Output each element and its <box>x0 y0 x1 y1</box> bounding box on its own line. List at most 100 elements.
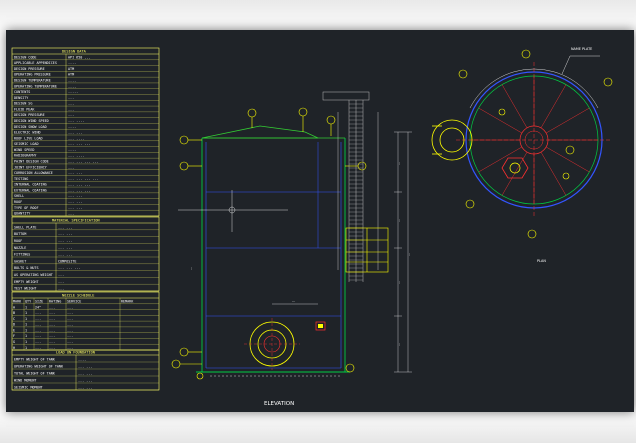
table-cell-value: ... ... ... <box>68 142 90 146</box>
table-cell-label: NOZZLE <box>14 246 26 250</box>
table-cell: 24" <box>35 305 41 309</box>
name-plate-label: NAME PLATE <box>571 47 592 51</box>
table-cell-label: DENSITY <box>14 96 28 100</box>
table-cell: ... <box>67 317 73 321</box>
table-cell-label: QUANTITY <box>14 212 30 216</box>
plan-view-label: PLAN <box>537 259 546 263</box>
table-cell: ... <box>35 346 41 350</box>
table-cell-value: ... ... <box>78 379 92 383</box>
table-cell-label: EMPTY WEIGHT <box>14 280 39 284</box>
table-cell-label: RADIOGRAPHY <box>14 154 36 158</box>
table-cell: ... <box>35 340 41 344</box>
table-cell: 1 <box>25 323 27 327</box>
table-cell-value: ATM <box>68 67 74 71</box>
elevation-view-label: ELEVATION <box>264 401 294 407</box>
table-cell-label: DESIGN PRESSURE <box>14 67 45 71</box>
table-cell: ... <box>67 328 73 332</box>
table-cell-value: .... <box>68 79 76 83</box>
table-cell: 1 <box>25 340 27 344</box>
table-cell: ... <box>67 323 73 327</box>
table-cell-value: ..... <box>68 90 78 94</box>
table-cell: ... <box>67 311 73 315</box>
svg-text:...: ... <box>292 299 295 303</box>
roof-rafter-line <box>501 84 528 128</box>
table-cell-label: ROOF <box>14 200 22 204</box>
roof-rafter-line <box>546 146 590 173</box>
table-cell-value: ... ... <box>58 239 72 243</box>
roof-rafter-line <box>478 146 522 173</box>
table-cell: ... <box>67 334 73 338</box>
table-cell: A <box>13 305 15 309</box>
table-cell-label: DESIGN SG <box>14 102 32 106</box>
table-cell: ... <box>35 317 41 321</box>
table-cell: 1 <box>25 311 27 315</box>
table-cell-value: ... .... <box>68 154 84 158</box>
table-cell-label: FITTINGS <box>14 253 30 257</box>
table-cell-value: ... ... <box>78 365 92 369</box>
table-cell: ... <box>49 317 55 321</box>
table-cell-label: JOINT EFFICIENCY <box>14 165 47 169</box>
table-cell: G <box>13 340 15 344</box>
table-cell-label: EMPTY WEIGHT OF TANK <box>14 358 56 362</box>
table-cell-value: ... <box>68 96 74 100</box>
table-cell-value: ... .... <box>68 119 84 123</box>
table-cell-label: EXTERNAL COATING <box>14 188 47 192</box>
table-cell-value: .... <box>68 61 76 65</box>
plan-view: NAME PLATE PLAN <box>431 47 613 263</box>
table-cell-label: ROOF <box>14 239 22 243</box>
table-cell-label: DESIGN WIND SPEED <box>14 119 49 123</box>
table-cell: C <box>13 317 15 321</box>
table-cell-value: ... ... <box>68 194 82 198</box>
roof-rafter-line <box>540 84 567 128</box>
table-cell-value: .... <box>68 148 76 152</box>
table-cell: 1 <box>25 328 27 332</box>
table-cell: ... <box>35 323 41 327</box>
svg-text:...: ... <box>397 281 401 284</box>
table-cell-value: API 650 ... <box>68 55 90 59</box>
svg-text:...: ... <box>397 343 401 346</box>
table-cell-value: ... .... <box>68 136 84 140</box>
elevation-view: ... ... ... ... ... ... ... ELEVATION <box>171 91 412 407</box>
table-cell: E <box>13 328 15 332</box>
table-cell: ... <box>49 346 55 350</box>
table-cell-label: WIND SPEED <box>14 148 34 152</box>
table-cell-value: ATM <box>68 73 74 77</box>
table-cell-label: GASKET <box>14 259 26 263</box>
svg-text:...: ... <box>189 267 193 270</box>
table-cell: ... <box>49 340 55 344</box>
table-cell-label: BOLTS & NUTS <box>14 266 39 270</box>
table-cell-label: AS OPERATING WEIGHT <box>14 273 53 277</box>
table-cell-value: .... <box>78 358 86 362</box>
table-cell: D <box>13 323 15 327</box>
table-cell-label: SEISMIC LOAD <box>14 142 39 146</box>
table-cell-label: WIND MOMENT <box>14 379 36 383</box>
table-cell-label: SEISMIC MOMENT <box>14 386 43 390</box>
table-cell: ... <box>35 334 41 338</box>
table-cell-value: ... ... <box>68 131 82 135</box>
load-table: LOAD ON FOUNDATION EMPTY WEIGHT OF TANK.… <box>11 349 160 391</box>
table-cell-value: ... ... ... ... <box>68 177 99 181</box>
table-header-cell: SIZE <box>35 300 43 304</box>
table-cell-value: ... ... ... <box>58 266 80 270</box>
table-cell-label: DESIGN SNOW LOAD <box>14 125 47 129</box>
table-cell: F <box>13 334 15 338</box>
nozzle-schedule-table: NOZZLE SCHEDULE MARK QTY SIZE RATING SERVICE… <box>11 291 160 351</box>
cad-drawing: DESIGN DATA DESIGN CODE API 650 ... APPLIC… <box>11 47 613 407</box>
table-header-cell: REMARK <box>121 300 134 304</box>
table-cell: ... <box>49 311 55 315</box>
design-data-title: DESIGN DATA <box>62 50 87 54</box>
table-cell-label: FLUID PEAK <box>14 107 35 111</box>
table-cell-label: PAINT DESIGN CODE <box>14 160 49 164</box>
roof-rafter-line <box>540 152 567 196</box>
table-cell-label: ELECTRIC WIND <box>14 131 41 135</box>
table-cell-label: SHELL PLATE <box>14 225 36 229</box>
table-cell-label: OPERATING TEMPERATURE <box>14 84 57 88</box>
table-cell: 1 <box>25 305 27 309</box>
table-cell: B <box>13 311 15 315</box>
table-cell-value: ... <box>58 273 64 277</box>
table-cell-value: ... <box>68 107 74 111</box>
material-spec-table: MATERIAL SPECIFICATION SHELL PLATE... ..… <box>11 216 160 292</box>
table-cell-value: ... <box>68 165 74 169</box>
table-cell-value: ... ... <box>68 206 82 210</box>
table-cell-value: ... <box>68 212 74 216</box>
